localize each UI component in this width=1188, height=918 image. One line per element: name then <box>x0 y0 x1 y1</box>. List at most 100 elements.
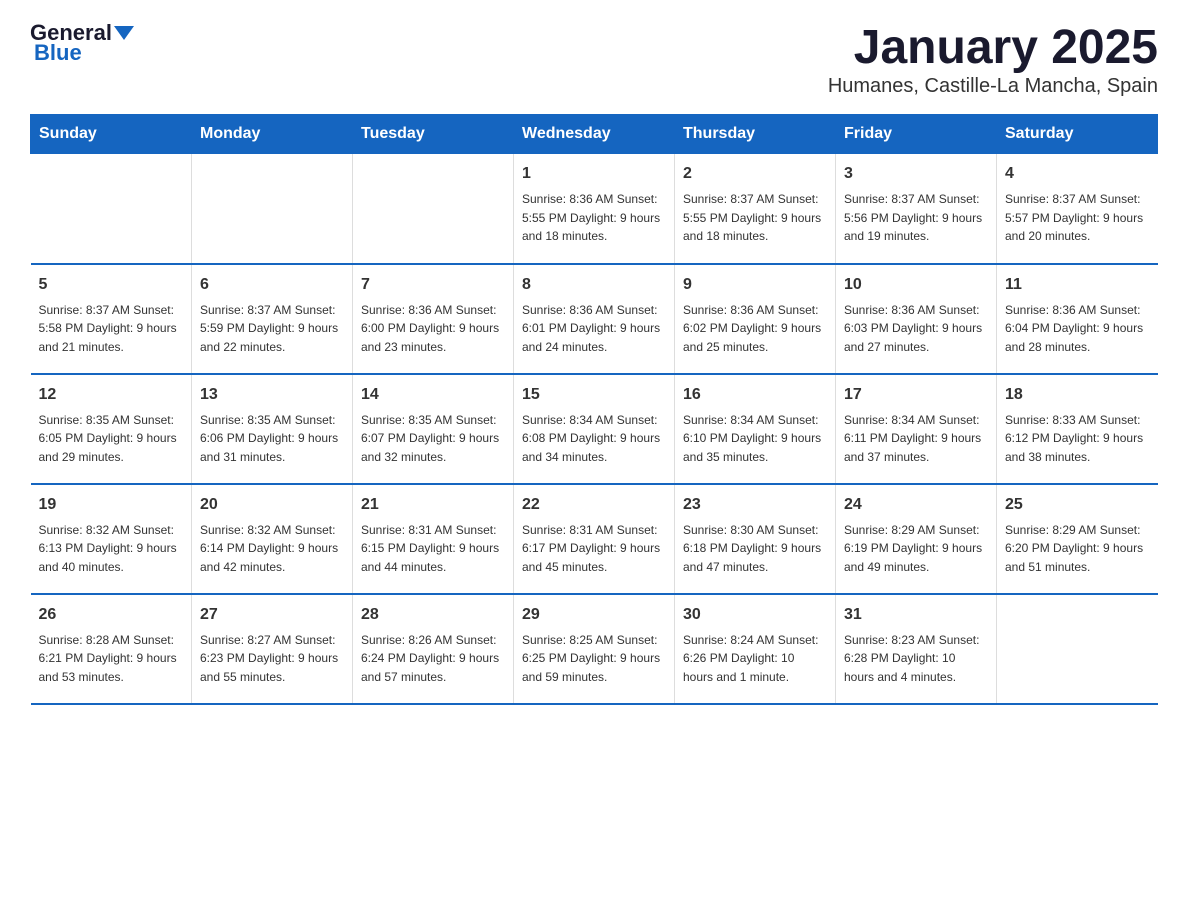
day-number: 12 <box>39 383 184 407</box>
calendar-cell-w1-d5: 3 Sunrise: 8:37 AM Sunset: 5:56 PM Daylig… <box>836 154 997 264</box>
day-info: Sunrise: 8:29 AM Sunset: 6:19 PM Dayligh… <box>844 521 988 577</box>
calendar-cell-w3-d1: 13 Sunrise: 8:35 AM Sunset: 6:06 PM Dayli… <box>192 374 353 484</box>
calendar-cell-w3-d6: 18 Sunrise: 8:33 AM Sunset: 6:12 PM Dayli… <box>997 374 1158 484</box>
calendar-table: Sunday Monday Tuesday Wednesday Thursday… <box>30 114 1158 705</box>
day-number: 17 <box>844 383 988 407</box>
header-monday: Monday <box>192 115 353 154</box>
day-info: Sunrise: 8:32 AM Sunset: 6:13 PM Dayligh… <box>39 521 184 577</box>
day-number: 21 <box>361 493 505 517</box>
day-number: 8 <box>522 273 666 297</box>
day-number: 5 <box>39 273 184 297</box>
week-row-1: 1Sunrise: 8:36 AM Sunset: 5:55 PM Daylig… <box>31 154 1158 264</box>
day-number: 15 <box>522 383 666 407</box>
day-info: Sunrise: 8:35 AM Sunset: 6:06 PM Dayligh… <box>200 411 344 467</box>
calendar-cell-w2-d1: 6 Sunrise: 8:37 AM Sunset: 5:59 PM Daylig… <box>192 264 353 374</box>
calendar-cell-w5-d1: 27Sunrise: 8:27 AM Sunset: 6:23 PM Dayli… <box>192 594 353 704</box>
calendar-cell-w1-d3: 1Sunrise: 8:36 AM Sunset: 5:55 PM Daylig… <box>514 154 675 264</box>
calendar-header: Sunday Monday Tuesday Wednesday Thursday… <box>31 115 1158 154</box>
calendar-cell-w5-d3: 29 Sunrise: 8:25 AM Sunset: 6:25 PM Dayli… <box>514 594 675 704</box>
day-info: Sunrise: 8:35 AM Sunset: 6:05 PM Dayligh… <box>39 411 184 467</box>
day-number: 20 <box>200 493 344 517</box>
day-info: Sunrise: 8:23 AM Sunset: 6:28 PM Dayligh… <box>844 631 988 687</box>
calendar-cell-w2-d6: 11 Sunrise: 8:36 AM Sunset: 6:04 PM Dayli… <box>997 264 1158 374</box>
calendar-cell-w4-d5: 24 Sunrise: 8:29 AM Sunset: 6:19 PM Dayli… <box>836 484 997 594</box>
location-subtitle: Humanes, Castille-La Mancha, Spain <box>828 75 1158 98</box>
calendar-cell-w3-d5: 17 Sunrise: 8:34 AM Sunset: 6:11 PM Dayli… <box>836 374 997 484</box>
day-info: Sunrise: 8:32 AM Sunset: 6:14 PM Dayligh… <box>200 521 344 577</box>
calendar-cell-w2-d0: 5 Sunrise: 8:37 AM Sunset: 5:58 PM Daylig… <box>31 264 192 374</box>
logo-arrow-icon <box>114 26 134 40</box>
calendar-cell-w3-d4: 16 Sunrise: 8:34 AM Sunset: 6:10 PM Dayli… <box>675 374 836 484</box>
calendar-cell-w5-d2: 28Sunrise: 8:26 AM Sunset: 6:24 PM Dayli… <box>353 594 514 704</box>
header-thursday: Thursday <box>675 115 836 154</box>
day-info: Sunrise: 8:37 AM Sunset: 5:59 PM Dayligh… <box>200 301 344 357</box>
calendar-cell-w4-d1: 20 Sunrise: 8:32 AM Sunset: 6:14 PM Dayli… <box>192 484 353 594</box>
calendar-cell-w3-d3: 15Sunrise: 8:34 AM Sunset: 6:08 PM Dayli… <box>514 374 675 484</box>
day-info: Sunrise: 8:36 AM Sunset: 6:00 PM Dayligh… <box>361 301 505 357</box>
title-section: January 2025 Humanes, Castille-La Mancha… <box>828 20 1158 98</box>
day-number: 16 <box>683 383 827 407</box>
day-number: 9 <box>683 273 827 297</box>
day-info: Sunrise: 8:37 AM Sunset: 5:58 PM Dayligh… <box>39 301 184 357</box>
day-info: Sunrise: 8:26 AM Sunset: 6:24 PM Dayligh… <box>361 631 505 687</box>
month-title: January 2025 <box>828 20 1158 75</box>
day-number: 29 <box>522 603 666 627</box>
day-info: Sunrise: 8:27 AM Sunset: 6:23 PM Dayligh… <box>200 631 344 687</box>
day-info: Sunrise: 8:28 AM Sunset: 6:21 PM Dayligh… <box>39 631 184 687</box>
header-sunday: Sunday <box>31 115 192 154</box>
day-number: 2 <box>683 162 827 186</box>
calendar-body: 1Sunrise: 8:36 AM Sunset: 5:55 PM Daylig… <box>31 154 1158 704</box>
day-info: Sunrise: 8:33 AM Sunset: 6:12 PM Dayligh… <box>1005 411 1150 467</box>
day-number: 14 <box>361 383 505 407</box>
day-info: Sunrise: 8:34 AM Sunset: 6:10 PM Dayligh… <box>683 411 827 467</box>
day-info: Sunrise: 8:31 AM Sunset: 6:15 PM Dayligh… <box>361 521 505 577</box>
day-info: Sunrise: 8:35 AM Sunset: 6:07 PM Dayligh… <box>361 411 505 467</box>
calendar-cell-w1-d2 <box>353 154 514 264</box>
logo-blue-text: Blue <box>34 40 82 65</box>
day-info: Sunrise: 8:25 AM Sunset: 6:25 PM Dayligh… <box>522 631 666 687</box>
day-info: Sunrise: 8:34 AM Sunset: 6:11 PM Dayligh… <box>844 411 988 467</box>
day-number: 18 <box>1005 383 1150 407</box>
header-friday: Friday <box>836 115 997 154</box>
calendar-cell-w1-d0 <box>31 154 192 264</box>
calendar-cell-w1-d6: 4Sunrise: 8:37 AM Sunset: 5:57 PM Daylig… <box>997 154 1158 264</box>
day-number: 24 <box>844 493 988 517</box>
day-number: 11 <box>1005 273 1150 297</box>
day-info: Sunrise: 8:37 AM Sunset: 5:56 PM Dayligh… <box>844 190 988 246</box>
calendar-cell-w2-d2: 7 Sunrise: 8:36 AM Sunset: 6:00 PM Daylig… <box>353 264 514 374</box>
day-info: Sunrise: 8:30 AM Sunset: 6:18 PM Dayligh… <box>683 521 827 577</box>
day-info: Sunrise: 8:24 AM Sunset: 6:26 PM Dayligh… <box>683 631 827 687</box>
calendar-cell-w5-d4: 30Sunrise: 8:24 AM Sunset: 6:26 PM Dayli… <box>675 594 836 704</box>
page-header: General Blue January 2025 Humanes, Casti… <box>30 20 1158 98</box>
day-number: 26 <box>39 603 184 627</box>
calendar-cell-w5-d5: 31 Sunrise: 8:23 AM Sunset: 6:28 PM Dayli… <box>836 594 997 704</box>
day-info: Sunrise: 8:31 AM Sunset: 6:17 PM Dayligh… <box>522 521 666 577</box>
day-info: Sunrise: 8:36 AM Sunset: 6:04 PM Dayligh… <box>1005 301 1150 357</box>
calendar-cell-w5-d6 <box>997 594 1158 704</box>
day-number: 1 <box>522 162 666 186</box>
day-number: 6 <box>200 273 344 297</box>
day-number: 7 <box>361 273 505 297</box>
day-number: 10 <box>844 273 988 297</box>
day-number: 19 <box>39 493 184 517</box>
calendar-cell-w1-d1 <box>192 154 353 264</box>
week-row-5: 26 Sunrise: 8:28 AM Sunset: 6:21 PM Dayli… <box>31 594 1158 704</box>
calendar-cell-w5-d0: 26 Sunrise: 8:28 AM Sunset: 6:21 PM Dayli… <box>31 594 192 704</box>
week-row-3: 12 Sunrise: 8:35 AM Sunset: 6:05 PM Dayli… <box>31 374 1158 484</box>
day-number: 31 <box>844 603 988 627</box>
day-info: Sunrise: 8:36 AM Sunset: 6:02 PM Dayligh… <box>683 301 827 357</box>
week-row-2: 5 Sunrise: 8:37 AM Sunset: 5:58 PM Daylig… <box>31 264 1158 374</box>
calendar-cell-w2-d5: 10Sunrise: 8:36 AM Sunset: 6:03 PM Dayli… <box>836 264 997 374</box>
day-number: 13 <box>200 383 344 407</box>
calendar-cell-w2-d3: 8 Sunrise: 8:36 AM Sunset: 6:01 PM Daylig… <box>514 264 675 374</box>
day-info: Sunrise: 8:36 AM Sunset: 6:01 PM Dayligh… <box>522 301 666 357</box>
day-info: Sunrise: 8:37 AM Sunset: 5:55 PM Dayligh… <box>683 190 827 246</box>
day-number: 22 <box>522 493 666 517</box>
calendar-cell-w3-d0: 12 Sunrise: 8:35 AM Sunset: 6:05 PM Dayli… <box>31 374 192 484</box>
weekday-header-row: Sunday Monday Tuesday Wednesday Thursday… <box>31 115 1158 154</box>
day-number: 25 <box>1005 493 1150 517</box>
logo: General Blue <box>30 20 136 66</box>
week-row-4: 19 Sunrise: 8:32 AM Sunset: 6:13 PM Dayli… <box>31 484 1158 594</box>
day-number: 3 <box>844 162 988 186</box>
calendar-cell-w2-d4: 9 Sunrise: 8:36 AM Sunset: 6:02 PM Daylig… <box>675 264 836 374</box>
